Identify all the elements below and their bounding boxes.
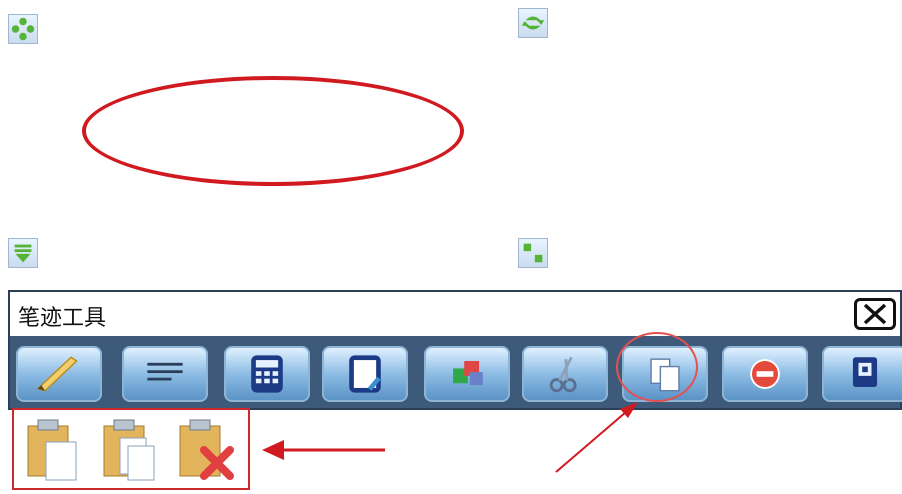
paste-multiple-button[interactable] — [98, 416, 166, 484]
close-button[interactable] — [854, 298, 896, 330]
calculator-icon — [251, 355, 283, 393]
lines-button[interactable] — [122, 346, 208, 402]
pen-icon — [36, 356, 78, 392]
close-icon — [863, 303, 887, 325]
resize-handle[interactable] — [518, 238, 548, 268]
paste-icon — [27, 419, 77, 481]
scissors-icon — [549, 356, 577, 393]
move-icon — [11, 17, 35, 41]
copy-button-highlight — [616, 332, 698, 402]
ink-tools-toolbar: 笔迹工具 — [8, 290, 902, 410]
paste-button[interactable] — [22, 416, 90, 484]
resize-icon — [523, 243, 543, 263]
toolbar-titlebar: 笔迹工具 — [10, 292, 900, 336]
toolbar-title: 笔迹工具 — [18, 306, 107, 331]
shapes-button[interactable] — [424, 346, 510, 402]
document-edit-icon — [349, 355, 381, 393]
pen-button[interactable] — [16, 346, 102, 402]
calculator-button[interactable] — [224, 346, 310, 402]
rotate-icon — [521, 16, 545, 30]
row-handle[interactable] — [8, 238, 38, 268]
down-arrow-icon — [14, 244, 32, 263]
toolbar-button-row — [10, 338, 902, 408]
document-edit-button[interactable] — [322, 346, 408, 402]
paste-multiple-icon — [103, 419, 155, 481]
arrow-to-paste-panel — [262, 440, 385, 460]
shapes-icon — [453, 361, 483, 386]
lines-icon — [147, 362, 183, 381]
lock-icon — [852, 357, 878, 387]
rotate-handle[interactable] — [518, 8, 548, 38]
ink-ellipse[interactable] — [82, 76, 464, 186]
move-handle[interactable] — [8, 14, 38, 44]
paste-cancel-icon — [179, 419, 234, 480]
paste-options-panel — [12, 408, 250, 490]
delete-icon — [750, 359, 780, 389]
lock-button[interactable] — [822, 346, 902, 402]
scissors-button[interactable] — [522, 346, 608, 402]
delete-button[interactable] — [722, 346, 808, 402]
paste-cancel-button[interactable] — [174, 416, 242, 484]
arrow-to-copy-button — [555, 402, 638, 473]
